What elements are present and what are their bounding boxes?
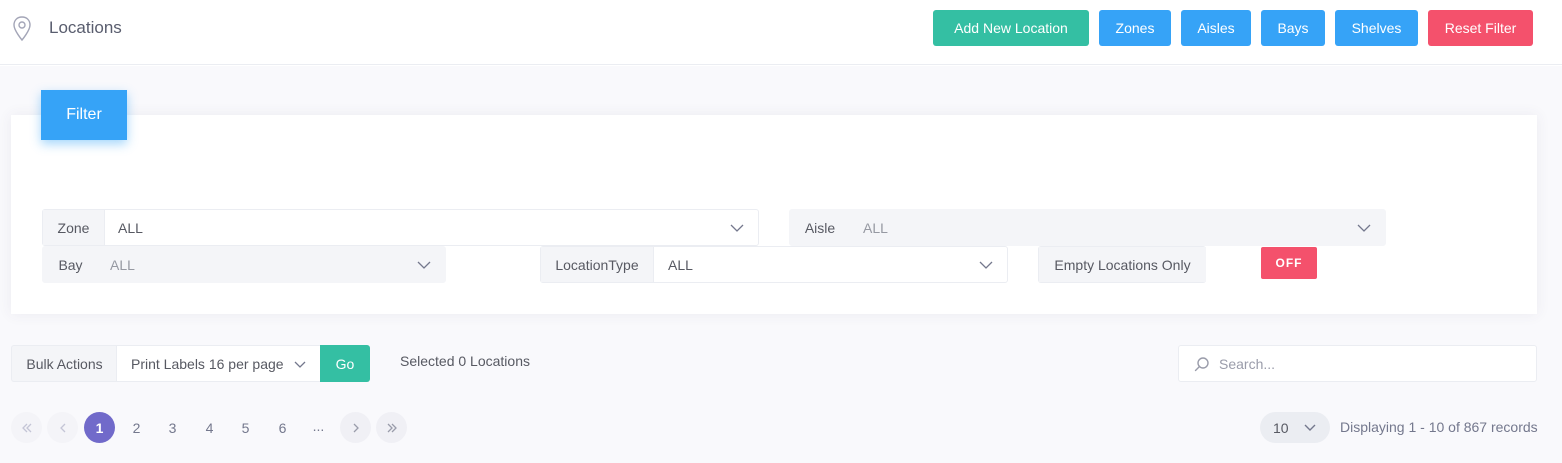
chevron-down-icon [1357, 224, 1371, 232]
next-page-button[interactable] [340, 412, 371, 443]
empty-locations-toggle[interactable]: OFF [1261, 247, 1317, 279]
aisle-select[interactable]: ALL [850, 210, 1385, 245]
page-1-button[interactable]: 1 [84, 412, 115, 443]
page-5-button[interactable]: 5 [230, 412, 261, 443]
page-title: Locations [49, 18, 122, 37]
page-3-button[interactable]: 3 [157, 412, 188, 443]
bay-select[interactable]: ALL [98, 247, 445, 282]
first-page-button[interactable] [11, 412, 42, 443]
chevron-down-icon [979, 261, 993, 269]
go-button[interactable]: Go [320, 345, 370, 382]
zone-value: ALL [118, 219, 143, 236]
chevron-down-icon [294, 361, 306, 368]
selected-count: Selected 0 Locations [400, 353, 530, 369]
aisle-value: ALL [863, 219, 888, 236]
bulk-actions-label: Bulk Actions [11, 345, 117, 382]
chevron-left-icon [59, 423, 65, 432]
aisle-label: Aisle [790, 210, 850, 245]
zone-label: Zone [43, 210, 105, 245]
bays-button[interactable]: Bays [1261, 10, 1325, 46]
search-box [1178, 345, 1537, 382]
search-icon [1194, 356, 1209, 371]
zone-select[interactable]: ALL [105, 210, 758, 245]
chevron-down-icon [1304, 424, 1316, 431]
add-new-location-button[interactable]: Add New Location [933, 10, 1089, 46]
double-chevron-left-icon [21, 423, 31, 432]
page-2-button[interactable]: 2 [121, 412, 152, 443]
page-header: Locations [0, 0, 1562, 65]
aisles-button[interactable]: Aisles [1181, 10, 1251, 46]
bay-label: Bay [43, 247, 98, 282]
page-4-button[interactable]: 4 [194, 412, 225, 443]
search-input[interactable] [1219, 355, 1519, 372]
chevron-down-icon [730, 224, 744, 232]
location-type-select[interactable]: ALL [654, 247, 1007, 282]
pagination-ellipsis[interactable]: ... [303, 410, 334, 441]
filter-tab[interactable]: Filter [41, 90, 127, 140]
bulk-action-select[interactable]: Print Labels 16 per page [116, 345, 321, 382]
chevron-right-icon [353, 423, 359, 432]
chevron-down-icon [417, 261, 431, 269]
prev-page-button[interactable] [47, 412, 78, 443]
shelves-button[interactable]: Shelves [1335, 10, 1418, 46]
location-type-value: ALL [668, 256, 693, 273]
empty-locations-filter: Empty Locations Only [1038, 246, 1206, 283]
last-page-button[interactable] [376, 412, 407, 443]
double-chevron-right-icon [387, 423, 397, 432]
bay-filter: Bay ALL [42, 246, 446, 283]
zone-filter: Zone ALL [42, 209, 759, 246]
per-page-value: 10 [1273, 419, 1289, 436]
bulk-action-value: Print Labels 16 per page [131, 355, 284, 372]
records-info: Displaying 1 - 10 of 867 records [1340, 419, 1538, 435]
location-type-label: LocationType [541, 247, 654, 282]
page-6-button[interactable]: 6 [267, 412, 298, 443]
bay-value: ALL [110, 256, 135, 273]
location-type-filter: LocationType ALL [540, 246, 1008, 283]
empty-locations-label: Empty Locations Only [1039, 247, 1206, 282]
reset-filter-button[interactable]: Reset Filter [1428, 10, 1533, 46]
zones-button[interactable]: Zones [1099, 10, 1171, 46]
aisle-filter: Aisle ALL [789, 209, 1386, 246]
map-pin-icon [13, 16, 31, 42]
per-page-select[interactable]: 10 [1260, 412, 1330, 443]
